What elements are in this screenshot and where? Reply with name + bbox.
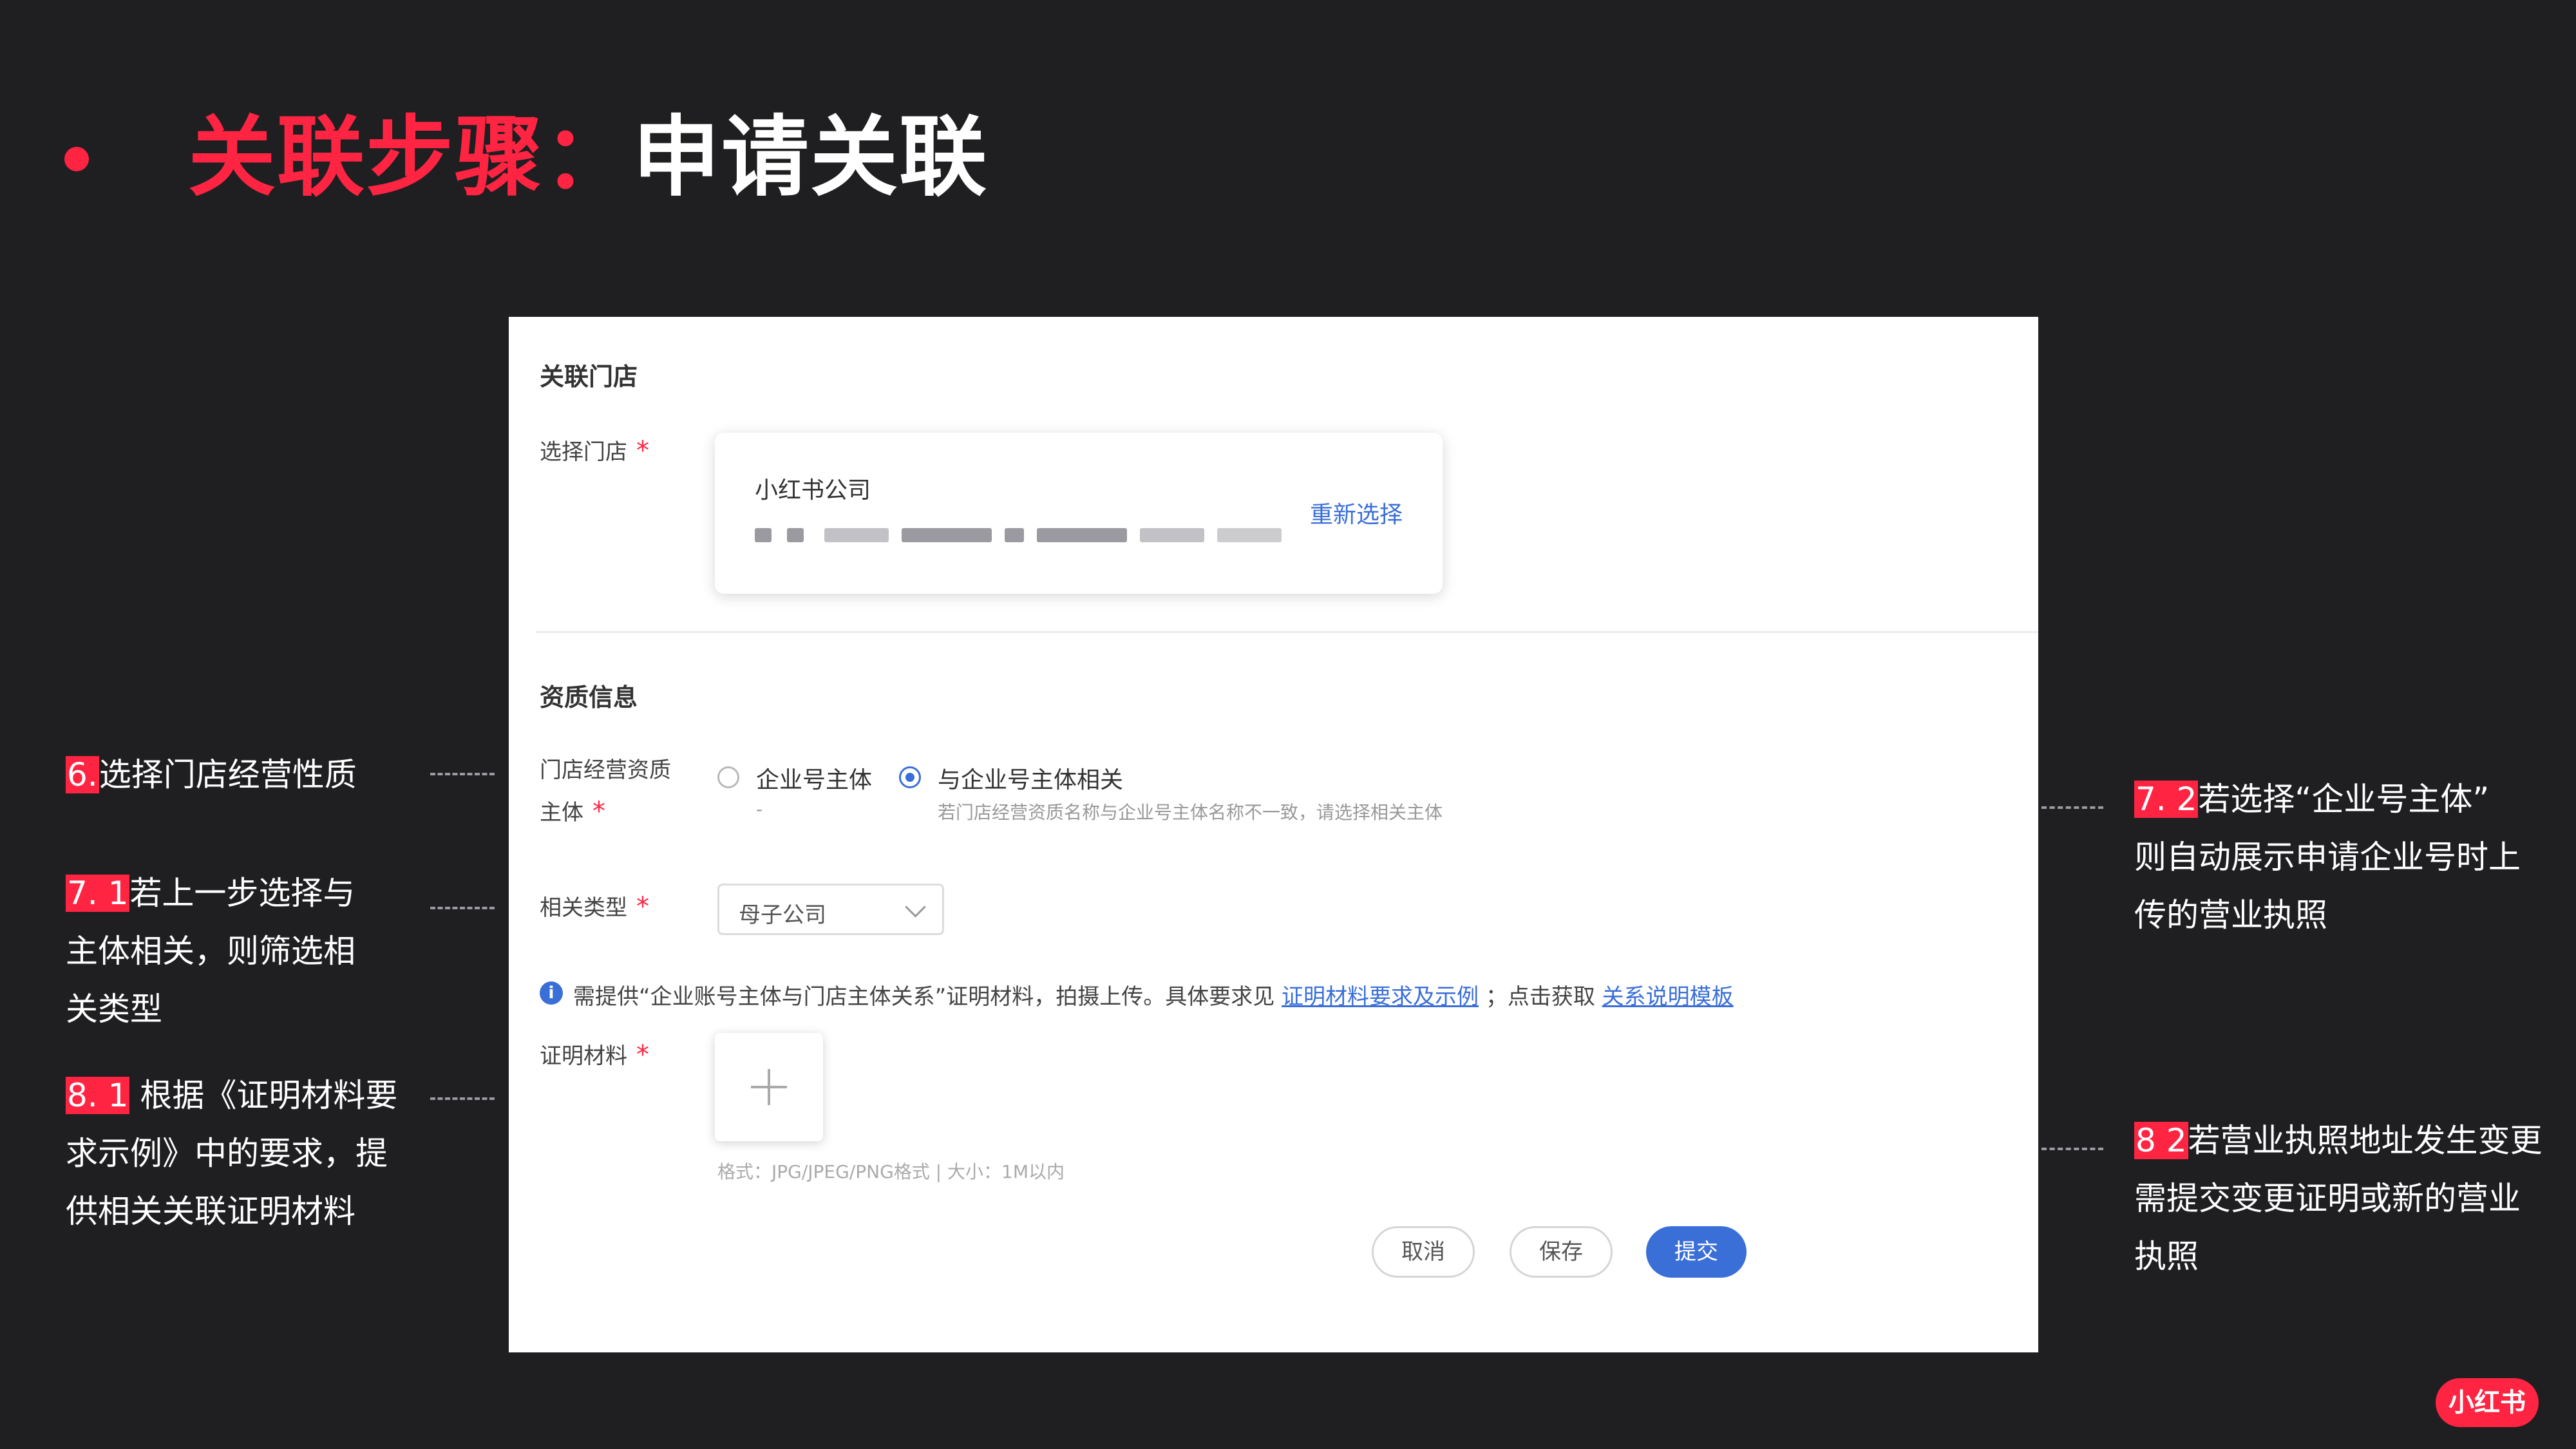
- annotation-tag: 6.: [66, 756, 99, 793]
- chevron-down-icon: [905, 896, 926, 918]
- connector-line: [430, 773, 495, 775]
- annotation-7-1: 7. 1若上一步选择与 主体相关，则筛选相 关类型: [66, 875, 355, 1028]
- title-white: 申请关联: [632, 107, 988, 209]
- section-title-qualification: 资质信息: [540, 683, 638, 712]
- connector-line: [2041, 806, 2103, 809]
- subject-label: 门店经营资质 主体 *: [540, 757, 671, 826]
- xiaohongshu-logo: 小红书: [2436, 1378, 2539, 1427]
- related-type-value: 母子公司: [739, 902, 826, 928]
- related-type-label: 相关类型 *: [540, 892, 649, 922]
- select-store-label: 选择门店 *: [540, 436, 649, 466]
- radio-related-subject[interactable]: [899, 766, 921, 788]
- connector-line: [430, 1097, 495, 1100]
- related-type-select[interactable]: 母子公司: [717, 884, 944, 935]
- proof-requirements-link[interactable]: 证明材料要求及示例: [1282, 984, 1479, 1010]
- slide-title: 关联步骤：申请关联: [188, 103, 988, 213]
- radio-enterprise-subject[interactable]: [717, 766, 739, 788]
- section-divider: [536, 631, 2038, 633]
- connector-line: [430, 907, 495, 909]
- option-related-hint: 若门店经营资质名称与企业号主体名称不一致，请选择相关主体: [938, 802, 1443, 823]
- relation-template-link[interactable]: 关系说明模板: [1602, 984, 1734, 1010]
- blurred-address: [755, 528, 772, 542]
- annotation-8-1: 8. 1 根据《证明材料要 求示例》中的要求，提 供相关关联证明材料: [66, 1077, 398, 1230]
- annotation-tag: 8 2: [2134, 1122, 2188, 1159]
- annotation-7-2: 7. 2若选择“企业号主体” 则自动展示申请企业号时上 传的营业执照: [2134, 781, 2521, 934]
- format-hint: 格式：JPG/JPEG/PNG格式 | 大小：1M以内: [717, 1161, 1065, 1182]
- option-enterprise-sub: -: [756, 799, 763, 820]
- save-button[interactable]: 保存: [1510, 1226, 1613, 1278]
- form-screenshot: 关联门店 选择门店 * 小红书公司 重新选择 资质信息 门店经营资质 主体 * 企业…: [509, 317, 2038, 1352]
- reselect-link[interactable]: 重新选择: [1310, 496, 1403, 529]
- annotation-8-2: 8 2若营业执照地址发生变更 需提交变更证明或新的营业 执照: [2134, 1122, 2543, 1275]
- option-enterprise-label: 企业号主体: [756, 767, 873, 793]
- annotation-tag: 8. 1: [66, 1077, 130, 1114]
- store-name: 小红书公司: [755, 477, 871, 504]
- connector-line: [2041, 1148, 2103, 1150]
- submit-button[interactable]: 提交: [1646, 1226, 1747, 1278]
- upload-button[interactable]: [715, 1033, 823, 1141]
- option-related-label: 与企业号主体相关: [938, 767, 1124, 793]
- annotation-tag: 7. 1: [66, 875, 130, 912]
- title-bullet: [64, 147, 89, 171]
- info-icon: i: [540, 981, 563, 1005]
- title-red: 关联步骤：: [188, 107, 632, 209]
- annotation-tag: 7. 2: [2134, 781, 2199, 818]
- cancel-button[interactable]: 取消: [1372, 1226, 1475, 1278]
- store-card: 小红书公司 重新选择: [715, 433, 1443, 594]
- proof-label: 证明材料 *: [540, 1040, 649, 1070]
- section-title-store: 关联门店: [540, 363, 638, 391]
- info-message: 需提供“企业账号主体与门店主体关系”证明材料，拍摄上传。具体要求见 证明材料要求…: [573, 984, 1734, 1010]
- required-mark: *: [636, 436, 649, 466]
- annotation-6: 6.选择门店经营性质: [66, 756, 357, 793]
